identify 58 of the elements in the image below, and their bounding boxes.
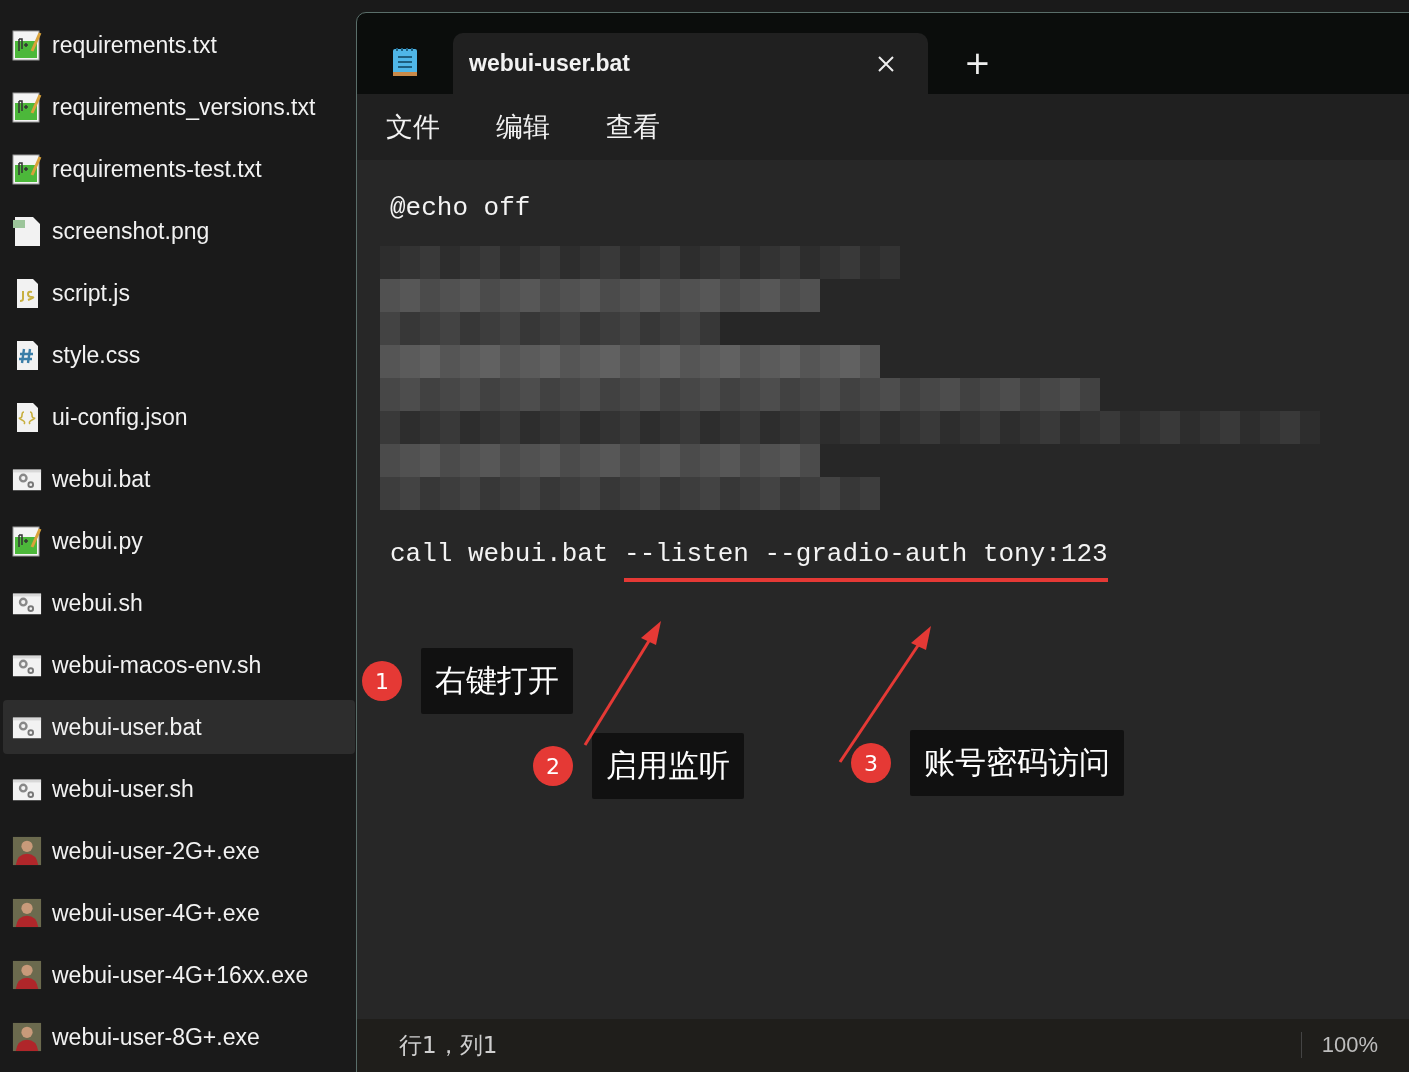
tab-title: webui-user.bat [469, 50, 631, 77]
file-name: style.css [52, 341, 141, 369]
notepad-icon [12, 91, 42, 123]
new-tab-button[interactable]: + [958, 42, 997, 83]
close-icon[interactable] [876, 53, 896, 74]
file-item[interactable]: webui-user-4G+16xx.exe [3, 948, 355, 1002]
file-item[interactable]: webui-user.sh [3, 762, 355, 816]
file-item[interactable]: ui-config.json [3, 390, 355, 444]
notepad-icon [391, 45, 419, 78]
file-name: webui-user.bat [52, 713, 202, 741]
editor-tab[interactable]: webui-user.bat [453, 33, 928, 94]
file-item[interactable]: webui-user-4G+.exe [3, 886, 355, 940]
cursor-position: 行1，列1 [399, 1030, 498, 1060]
callout-label: 启用监听 [592, 733, 744, 799]
file-item[interactable]: webui-user.bat [3, 700, 355, 754]
code-line: call webui.bat --listen --gradio-auth tony:123 [390, 536, 1108, 584]
file-name: requirements-test.txt [52, 155, 262, 183]
file-name: script.js [52, 279, 130, 307]
code-line: @echo off [390, 192, 531, 225]
person-icon [12, 1021, 42, 1053]
zoom-level: 100% [1300, 1032, 1378, 1058]
person-icon [12, 897, 42, 929]
menu-item[interactable]: 文件 [386, 109, 440, 145]
file-name: requirements.txt [52, 31, 217, 59]
notepad-icon [12, 525, 42, 557]
file-name: webui-user-4G+.exe [52, 899, 260, 927]
file-item[interactable]: style.css [3, 328, 355, 382]
file-name: webui-user-4G+16xx.exe [52, 961, 309, 989]
file-name: webui-user.sh [52, 775, 194, 803]
file-name: webui.sh [52, 589, 143, 617]
file-item[interactable]: screenshot.png [3, 204, 355, 258]
file-name: webui-user-8G+.exe [52, 1023, 260, 1051]
file-name: webui-macos-env.sh [52, 651, 262, 679]
file-name: webui.bat [52, 465, 151, 493]
file-item[interactable]: requirements_versions.txt [3, 80, 355, 134]
file-name: ui-config.json [52, 403, 188, 431]
file-item[interactable]: webui.py [3, 514, 355, 568]
person-icon [12, 835, 42, 867]
callout-label: 账号密码访问 [910, 730, 1124, 796]
callout-label: 右键打开 [421, 648, 573, 714]
notepad-icon [12, 29, 42, 61]
file-name: screenshot.png [52, 217, 210, 245]
file-item[interactable]: webui.bat [3, 452, 355, 506]
notepad-icon [12, 153, 42, 185]
file-item[interactable]: webui-user-8G+.exe [3, 1010, 355, 1064]
image-file-icon [12, 215, 42, 247]
file-item[interactable]: webui-user-2G+.exe [3, 824, 355, 878]
file-name: webui-user-2G+.exe [52, 837, 260, 865]
file-name: requirements_versions.txt [52, 93, 316, 121]
file-item[interactable]: webui.sh [3, 576, 355, 630]
file-item[interactable]: requirements.txt [3, 18, 355, 72]
file-item[interactable]: webui-macos-env.sh [3, 638, 355, 692]
menu-item[interactable]: 查看 [606, 109, 660, 145]
menu-item[interactable]: 编辑 [496, 109, 550, 145]
file-item[interactable]: requirements-test.txt [3, 142, 355, 196]
file-name: webui.py [52, 527, 143, 555]
person-icon [12, 959, 42, 991]
file-item[interactable]: script.js [3, 266, 355, 320]
